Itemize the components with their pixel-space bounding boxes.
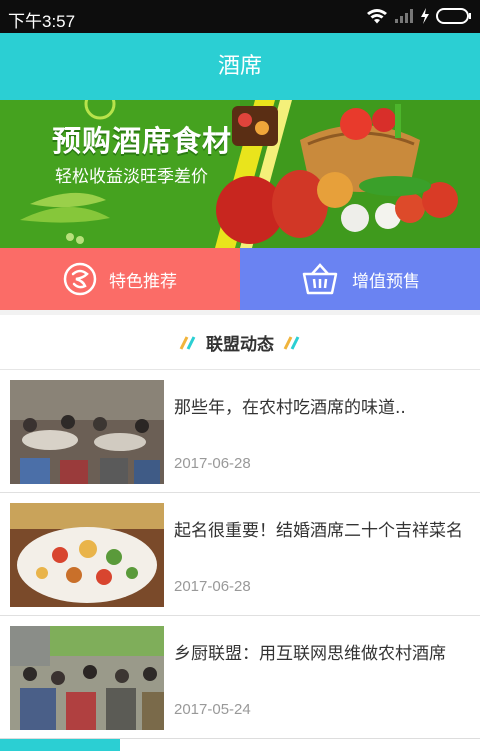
value-presale-button[interactable]: 增值预售 — [240, 248, 480, 310]
title-bar: 酒席 — [0, 33, 480, 100]
news-title: 起名很重要！结婚酒席二十个吉祥菜名 — [174, 521, 463, 541]
news-item[interactable]: 乡厨联盟：用互联网思维做农村酒席 2017-05-24 — [0, 616, 480, 739]
news-date: 2017-05-24 — [174, 701, 251, 718]
news-date: 2017-06-28 — [174, 455, 251, 472]
banner-title: 预购酒席食材 — [52, 124, 233, 158]
section-title: 联盟动态 — [206, 334, 274, 355]
basket-icon — [302, 263, 338, 295]
bottom-tab-bar — [0, 738, 480, 751]
news-thumbnail — [10, 626, 164, 730]
news-title: 那些年，在农村吃酒席的味道.. — [174, 398, 406, 418]
signal-icon — [395, 9, 413, 23]
featured-recommend-label: 特色推荐 — [109, 271, 177, 292]
promo-banner[interactable]: 预购酒席食材 轻松收益淡旺季差价 — [0, 100, 480, 248]
status-icons — [366, 8, 472, 24]
tab-home[interactable] — [0, 739, 120, 751]
status-bar: 下午3:57 — [0, 0, 480, 33]
news-list: 那些年，在农村吃酒席的味道.. 2017-06-28 起名很重要！结婚酒席二十个… — [0, 370, 480, 739]
shortcut-tiles: 特色推荐 增值预售 — [0, 248, 480, 310]
value-presale-label: 增值预售 — [352, 271, 420, 292]
section-header: 联盟动态 — [0, 315, 480, 370]
shrimp-icon — [63, 262, 97, 296]
news-thumbnail — [10, 503, 164, 607]
page-title: 酒席 — [217, 54, 262, 79]
status-time: 下午3:57 — [8, 12, 76, 31]
charging-icon — [421, 8, 429, 24]
battery-icon — [436, 8, 471, 24]
news-item[interactable]: 起名很重要！结婚酒席二十个吉祥菜名 2017-06-28 — [0, 493, 480, 616]
news-date: 2017-06-28 — [174, 578, 251, 595]
slash-decoration-icon — [179, 336, 196, 350]
banner-subtitle: 轻松收益淡旺季差价 — [55, 167, 208, 187]
slash-decoration-icon — [283, 336, 300, 350]
featured-recommend-button[interactable]: 特色推荐 — [0, 248, 240, 310]
news-title: 乡厨联盟：用互联网思维做农村酒席 — [174, 644, 446, 664]
news-thumbnail — [10, 380, 164, 484]
wifi-icon — [367, 9, 387, 24]
news-item[interactable]: 那些年，在农村吃酒席的味道.. 2017-06-28 — [0, 370, 480, 493]
